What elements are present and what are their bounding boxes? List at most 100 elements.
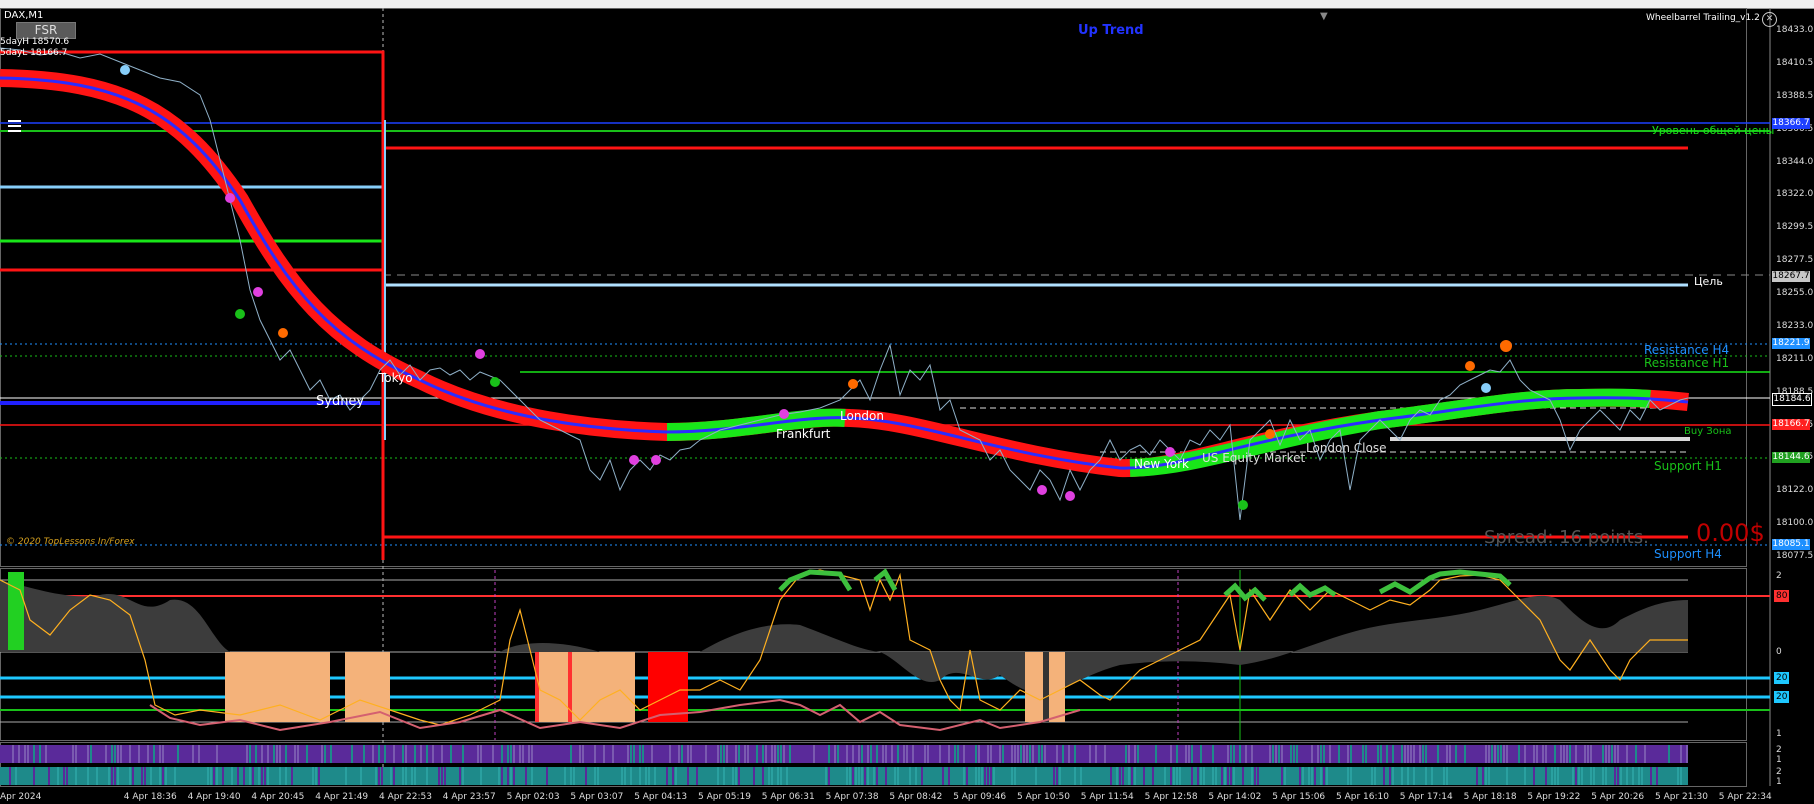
- strip-bar: [1476, 767, 1478, 785]
- strip-bar: [1185, 745, 1187, 763]
- marker-icon: [1165, 447, 1175, 457]
- equilibrium-label: Уровень общей цены: [1652, 124, 1775, 137]
- strip-bar: [870, 745, 872, 763]
- strip-bar: [480, 767, 482, 785]
- strip-bar: [378, 745, 380, 763]
- strip-bar: [990, 767, 992, 785]
- time-tick: 4 Apr 22:53: [379, 792, 432, 802]
- strip-bar: [414, 767, 416, 785]
- strip-bar: [1188, 745, 1190, 763]
- price-tick: 18299.5: [1776, 222, 1814, 233]
- marker-icon: [253, 287, 263, 297]
- strip-bar: [630, 767, 632, 785]
- strip-bar: [813, 745, 815, 763]
- strip-bar: [363, 745, 365, 763]
- price-tick: 18100.0: [1776, 518, 1814, 529]
- shift-marker-icon[interactable]: ▼: [1320, 11, 1328, 23]
- strip-bar: [648, 767, 650, 785]
- strip-bar: [825, 767, 827, 785]
- strip-bar: [993, 767, 995, 785]
- strip-bar: [222, 767, 224, 785]
- strip-bar: [1200, 767, 1202, 785]
- strip-bar: [1347, 767, 1349, 785]
- strip-bar: [444, 767, 446, 785]
- strip-bar: [12, 745, 14, 763]
- strip-bar: [66, 767, 68, 785]
- strip-bar: [1449, 745, 1451, 763]
- strip-bar: [1329, 745, 1331, 763]
- strip-bar: [1191, 767, 1193, 785]
- strip-bar: [786, 767, 788, 785]
- strip-bar: [162, 745, 164, 763]
- price-tick: 18077.5: [1776, 551, 1814, 561]
- session-sydney: Sydney: [316, 394, 365, 409]
- strip-bar: [1281, 767, 1283, 785]
- strip-bar: [1053, 767, 1055, 785]
- strip-bar: [921, 767, 923, 785]
- strip-bar: [1293, 745, 1295, 763]
- strip-bar: [885, 745, 887, 763]
- strip-bar: [681, 745, 683, 763]
- strip-bar: [1641, 767, 1643, 785]
- osc-overbought: [1288, 582, 1337, 598]
- strip-bar: [1122, 767, 1124, 785]
- strip-bar: [1164, 767, 1166, 785]
- strip-bar: [630, 745, 632, 763]
- close-icon[interactable]: ✕: [1762, 12, 1777, 27]
- marker-icon: [235, 309, 245, 319]
- strip-bar: [1389, 767, 1391, 785]
- strip-bar: [987, 745, 989, 763]
- strip-bar: [1446, 767, 1448, 785]
- strip-bar: [297, 745, 299, 763]
- strip-bar: [1656, 767, 1658, 785]
- strip-bar: [1059, 767, 1061, 785]
- strip-tick: 1: [1776, 755, 1782, 765]
- strip-bar: [1323, 745, 1325, 763]
- osc-tick: 2: [1776, 571, 1782, 581]
- strip-bar: [45, 745, 47, 763]
- strip-bar: [459, 767, 461, 785]
- strip-bar: [1137, 745, 1139, 763]
- strip-bar: [747, 745, 749, 763]
- strip-bar: [1488, 745, 1490, 763]
- strip-bar: [210, 767, 212, 785]
- strip-bar: [735, 745, 737, 763]
- menu-icon[interactable]: [8, 120, 21, 132]
- strip-bar: [39, 745, 41, 763]
- strip-bar: [915, 767, 917, 785]
- strip-bar: [585, 767, 587, 785]
- strip-bar: [546, 767, 548, 785]
- strip-bar: [507, 767, 509, 785]
- strip-bar: [1014, 767, 1016, 785]
- strip-bar: [1269, 745, 1271, 763]
- strip-bar: [1554, 745, 1556, 763]
- time-tick: 5 Apr 18:18: [1463, 792, 1517, 802]
- chart-canvas[interactable]: [0, 0, 1814, 804]
- strip-bar: [885, 767, 887, 785]
- strip-bar: [129, 745, 131, 763]
- osc-block: [1043, 652, 1049, 722]
- strip-bar: [1401, 745, 1403, 763]
- strip-bar: [1275, 745, 1277, 763]
- strip-bar: [177, 745, 179, 763]
- strip-bar: [696, 767, 698, 785]
- marker-icon: [629, 455, 639, 465]
- strip-bar: [642, 745, 644, 763]
- strip-bar: [96, 767, 98, 785]
- strip-bar: [264, 767, 266, 785]
- strip-bar: [1380, 745, 1382, 763]
- price-tick: 18233.0: [1776, 320, 1814, 331]
- osc-block: [345, 652, 390, 722]
- strip-bar: [654, 767, 656, 785]
- marker-icon: [490, 377, 500, 387]
- time-tick: 5 Apr 08:42: [889, 792, 943, 802]
- level-lines: [0, 122, 1770, 546]
- strip-bar: [1485, 767, 1487, 785]
- strip-bar: [639, 745, 641, 763]
- strip-bar: [687, 745, 689, 763]
- price-tick: 18433.0: [1776, 25, 1814, 35]
- strip-bar: [144, 767, 146, 785]
- strip-bar: [159, 745, 161, 763]
- strip-bar: [1272, 745, 1274, 763]
- strip-bar: [666, 767, 668, 785]
